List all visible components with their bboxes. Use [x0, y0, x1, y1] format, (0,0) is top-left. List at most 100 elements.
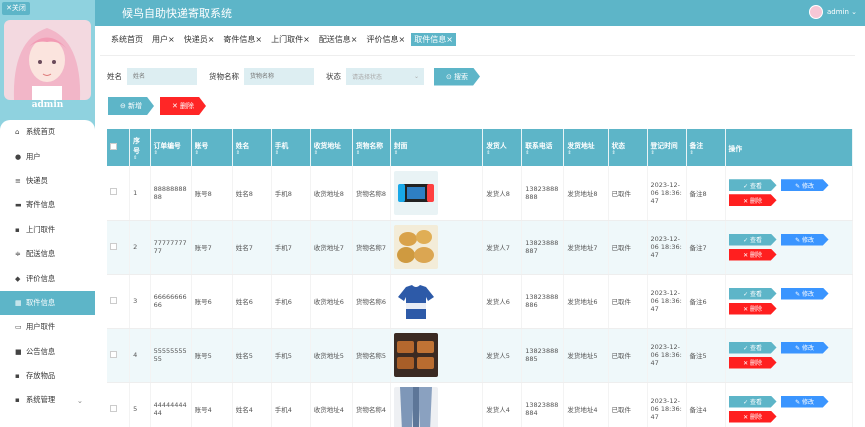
cell-order: 8888888888 [150, 166, 192, 221]
close-button[interactable]: ✕关闭 [2, 2, 30, 15]
edit-button[interactable]: ✎ 修改 [780, 395, 829, 408]
row-checkbox[interactable] [110, 296, 117, 304]
delete-button[interactable]: ✕ 删除 [160, 97, 206, 115]
column-header[interactable]: 封面 ⇕ [390, 129, 484, 166]
tab-4[interactable]: 上门取件× [268, 33, 313, 46]
select-all-header[interactable] [107, 129, 131, 166]
edit-button[interactable]: ✎ 修改 [780, 233, 829, 246]
sort-icon: ⇕ [194, 149, 199, 156]
tab-3[interactable]: 寄件信息× [220, 33, 266, 46]
name-label: 姓名 [107, 72, 122, 81]
edit-button[interactable]: ✎ 修改 [780, 341, 829, 354]
sidebar-item-0[interactable]: ⌂ 系统首页 [0, 120, 95, 144]
goods-input[interactable] [244, 68, 314, 85]
tab-7[interactable]: 取件信息× [411, 33, 456, 46]
cell-cover [390, 166, 484, 221]
row-delete-button[interactable]: ✕ 删除 [728, 302, 777, 315]
table-row: 3 6666666666 账号6 姓名6 手机6 收货地址6 货物名称6 发货人6 138238… [107, 274, 854, 329]
cell-status: 已取件 [608, 382, 648, 427]
edit-button[interactable]: ✎ 修改 [780, 287, 829, 300]
cell-ops: ✓ 查看 ✎ 修改 ✕ 删除 [725, 328, 854, 383]
sidebar-item-label: 用户 [26, 151, 41, 161]
cell-ops: ✓ 查看 ✎ 修改 ✕ 删除 [725, 220, 854, 275]
row-checkbox[interactable] [110, 350, 117, 358]
column-header[interactable]: 收货地址 ⇕ [310, 129, 353, 166]
name-input[interactable] [127, 68, 197, 85]
search-button[interactable]: ⊙ 搜索 [434, 67, 480, 86]
column-header[interactable]: 发货地址 ⇕ [563, 129, 609, 166]
grid-icon: ▪ [15, 372, 20, 381]
column-header[interactable]: 发货人 ⇕ [482, 129, 523, 166]
column-header[interactable]: 联系电话 ⇕ [521, 129, 565, 166]
row-checkbox[interactable] [110, 242, 117, 250]
column-header[interactable]: 登记时间 ⇕ [647, 129, 687, 166]
sidebar-item-1[interactable]: ● 用户 [0, 144, 95, 168]
cell-saddr: 发货地址8 [563, 166, 609, 221]
sidebar-item-6[interactable]: ◆ 评价信息 [0, 266, 95, 290]
tab-5[interactable]: 配送信息× [315, 33, 361, 46]
column-header[interactable]: 账号 ⇕ [191, 129, 233, 166]
view-button[interactable]: ✓ 查看 [728, 233, 777, 246]
view-button[interactable]: ✓ 查看 [728, 179, 777, 192]
sidebar-item-label: 配送信息 [26, 249, 56, 259]
sidebar-item-2[interactable]: ≡ 快递员 [0, 169, 95, 193]
column-header[interactable]: 货物名称 ⇕ [352, 129, 391, 166]
add-button[interactable]: ⊖ 新增 [108, 97, 154, 115]
sidebar-item-11[interactable]: ▪ 系统管理 ⌄ [0, 388, 95, 412]
sidebar-item-label: 上门取件 [26, 224, 56, 234]
sidebar-item-8[interactable]: ▭ 用户取件 [0, 315, 95, 339]
cell-note: 备注4 [686, 382, 726, 427]
tab-6[interactable]: 评价信息× [363, 33, 409, 46]
edit-button[interactable]: ✎ 修改 [780, 179, 829, 192]
goods-label: 货物名称 [209, 72, 239, 81]
column-header[interactable]: 操作 [725, 129, 854, 166]
cell-name: 姓名7 [232, 220, 272, 275]
cover-image [393, 225, 479, 269]
view-button[interactable]: ✓ 查看 [728, 287, 777, 300]
column-header[interactable]: 状态 ⇕ [608, 129, 648, 166]
row-checkbox[interactable] [110, 404, 117, 412]
view-button[interactable]: ✓ 查看 [728, 395, 777, 408]
column-header[interactable]: 订单编号 ⇕ [150, 129, 192, 166]
sidebar-item-10[interactable]: ▪ 存放物品 [0, 364, 95, 388]
cell-cover [390, 328, 484, 383]
column-header[interactable]: 姓名 ⇕ [232, 129, 272, 166]
cell-phone: 手机8 [271, 166, 311, 221]
cell-note: 备注5 [686, 328, 726, 383]
tab-divider [100, 55, 855, 56]
sidebar-item-7[interactable]: ▦ 取件信息 [0, 290, 95, 316]
row-delete-button[interactable]: ✕ 删除 [728, 194, 777, 207]
cell-time: 2023-12-06 18:36:47 [647, 166, 687, 221]
tab-2[interactable]: 快递员× [180, 33, 218, 46]
sidebar-item-9[interactable]: ■ 公告信息 [0, 340, 95, 364]
status-select[interactable]: 请选择状态 ⌄ [346, 68, 424, 85]
tab-1[interactable]: 用户× [149, 33, 178, 46]
cell-no: 5 [129, 382, 151, 427]
sidebar-item-3[interactable]: ▬ 寄件信息 [0, 193, 95, 217]
sidebar-item-5[interactable]: ≑ 配送信息 [0, 242, 95, 266]
column-header-label: 货物名称 [355, 141, 384, 150]
cover-image [393, 279, 479, 323]
column-header[interactable]: 序号 ⇕ [129, 129, 151, 166]
row-delete-button[interactable]: ✕ 删除 [728, 410, 777, 423]
column-header[interactable]: 备注 ⇕ [686, 129, 726, 166]
row-delete-button[interactable]: ✕ 删除 [728, 356, 777, 369]
cell-ops: ✓ 查看 ✎ 修改 ✕ 删除 [725, 166, 854, 221]
user-menu[interactable]: admin ⌄ [808, 5, 857, 19]
row-actions: ✓ 查看 ✎ 修改 ✕ 删除 [728, 341, 839, 369]
calendar-icon: ▦ [15, 298, 22, 307]
select-all-checkbox[interactable] [110, 143, 117, 150]
row-actions: ✓ 查看 ✎ 修改 ✕ 删除 [728, 233, 839, 261]
sort-icon: ⇕ [274, 149, 279, 156]
cell-name: 姓名4 [232, 382, 272, 427]
view-button[interactable]: ✓ 查看 [728, 341, 777, 354]
row-checkbox[interactable] [110, 188, 117, 196]
row-delete-button[interactable]: ✕ 删除 [728, 248, 777, 261]
sidebar-item-4[interactable]: ▪ 上门取件 [0, 218, 95, 242]
column-header[interactable]: 手机 ⇕ [271, 129, 311, 166]
tab-0[interactable]: 系统首页 [108, 33, 146, 46]
sidebar-item-label: 系统首页 [26, 127, 56, 137]
cover-image [393, 333, 479, 377]
cell-note: 备注7 [686, 220, 726, 275]
cell-time: 2023-12-06 18:36:47 [647, 220, 687, 275]
